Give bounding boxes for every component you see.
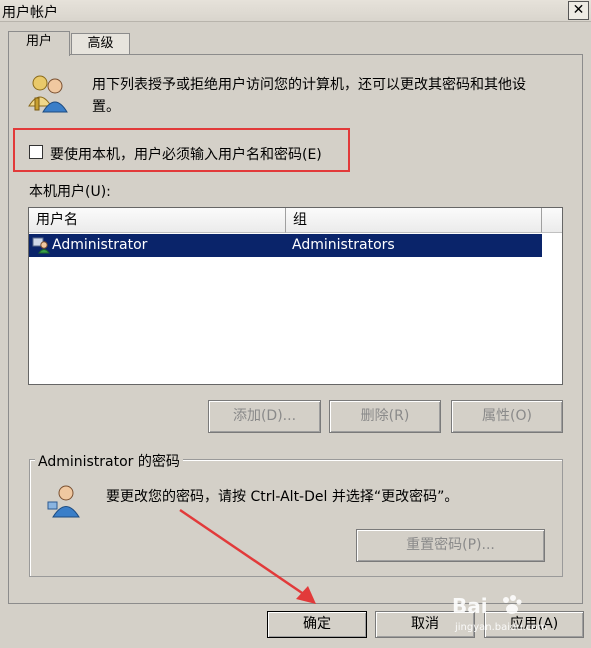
tab-advanced[interactable]: 高级 [71, 33, 130, 55]
close-button[interactable]: ✕ [568, 1, 589, 20]
column-username[interactable]: 用户名 [29, 208, 286, 233]
reset-password-button[interactable]: 重置密码(P)... [356, 529, 545, 562]
column-filler [542, 208, 562, 233]
user-group-cell: Administrators [292, 237, 395, 253]
user-key-icon [46, 484, 82, 518]
local-users-label: 本机用户(U): [29, 184, 111, 200]
intro-line-1: 用下列表授予或拒绝用户访问您的计算机，还可以更改其密码和其他设 [92, 77, 526, 93]
watermark-site: jingyan.baidu.com [455, 622, 548, 633]
remove-user-button[interactable]: 删除(R) [329, 400, 441, 433]
ok-button[interactable]: 确定 [267, 611, 367, 638]
column-group[interactable]: 组 [286, 208, 542, 233]
require-password-checkbox[interactable] [29, 145, 43, 159]
tab-users[interactable]: 用户 [8, 31, 70, 56]
properties-button[interactable]: 属性(O) [451, 400, 563, 433]
password-group-legend: Administrator 的密码 [35, 451, 183, 471]
user-row-icon [32, 236, 50, 254]
require-password-label[interactable]: 要使用本机，用户必须输入用户名和密码(E) [50, 144, 322, 164]
watermark-brand: Bai [452, 594, 488, 618]
annotation-arrow-icon [179, 508, 316, 604]
intro-line-2: 置。 [92, 99, 120, 115]
window-title: 用户帐户 [2, 5, 58, 21]
user-name-cell: Administrator [52, 237, 148, 253]
users-icon [26, 72, 70, 114]
add-user-button[interactable]: 添加(D)... [208, 400, 321, 433]
paw-icon [500, 594, 524, 616]
title-bar [0, 0, 591, 22]
